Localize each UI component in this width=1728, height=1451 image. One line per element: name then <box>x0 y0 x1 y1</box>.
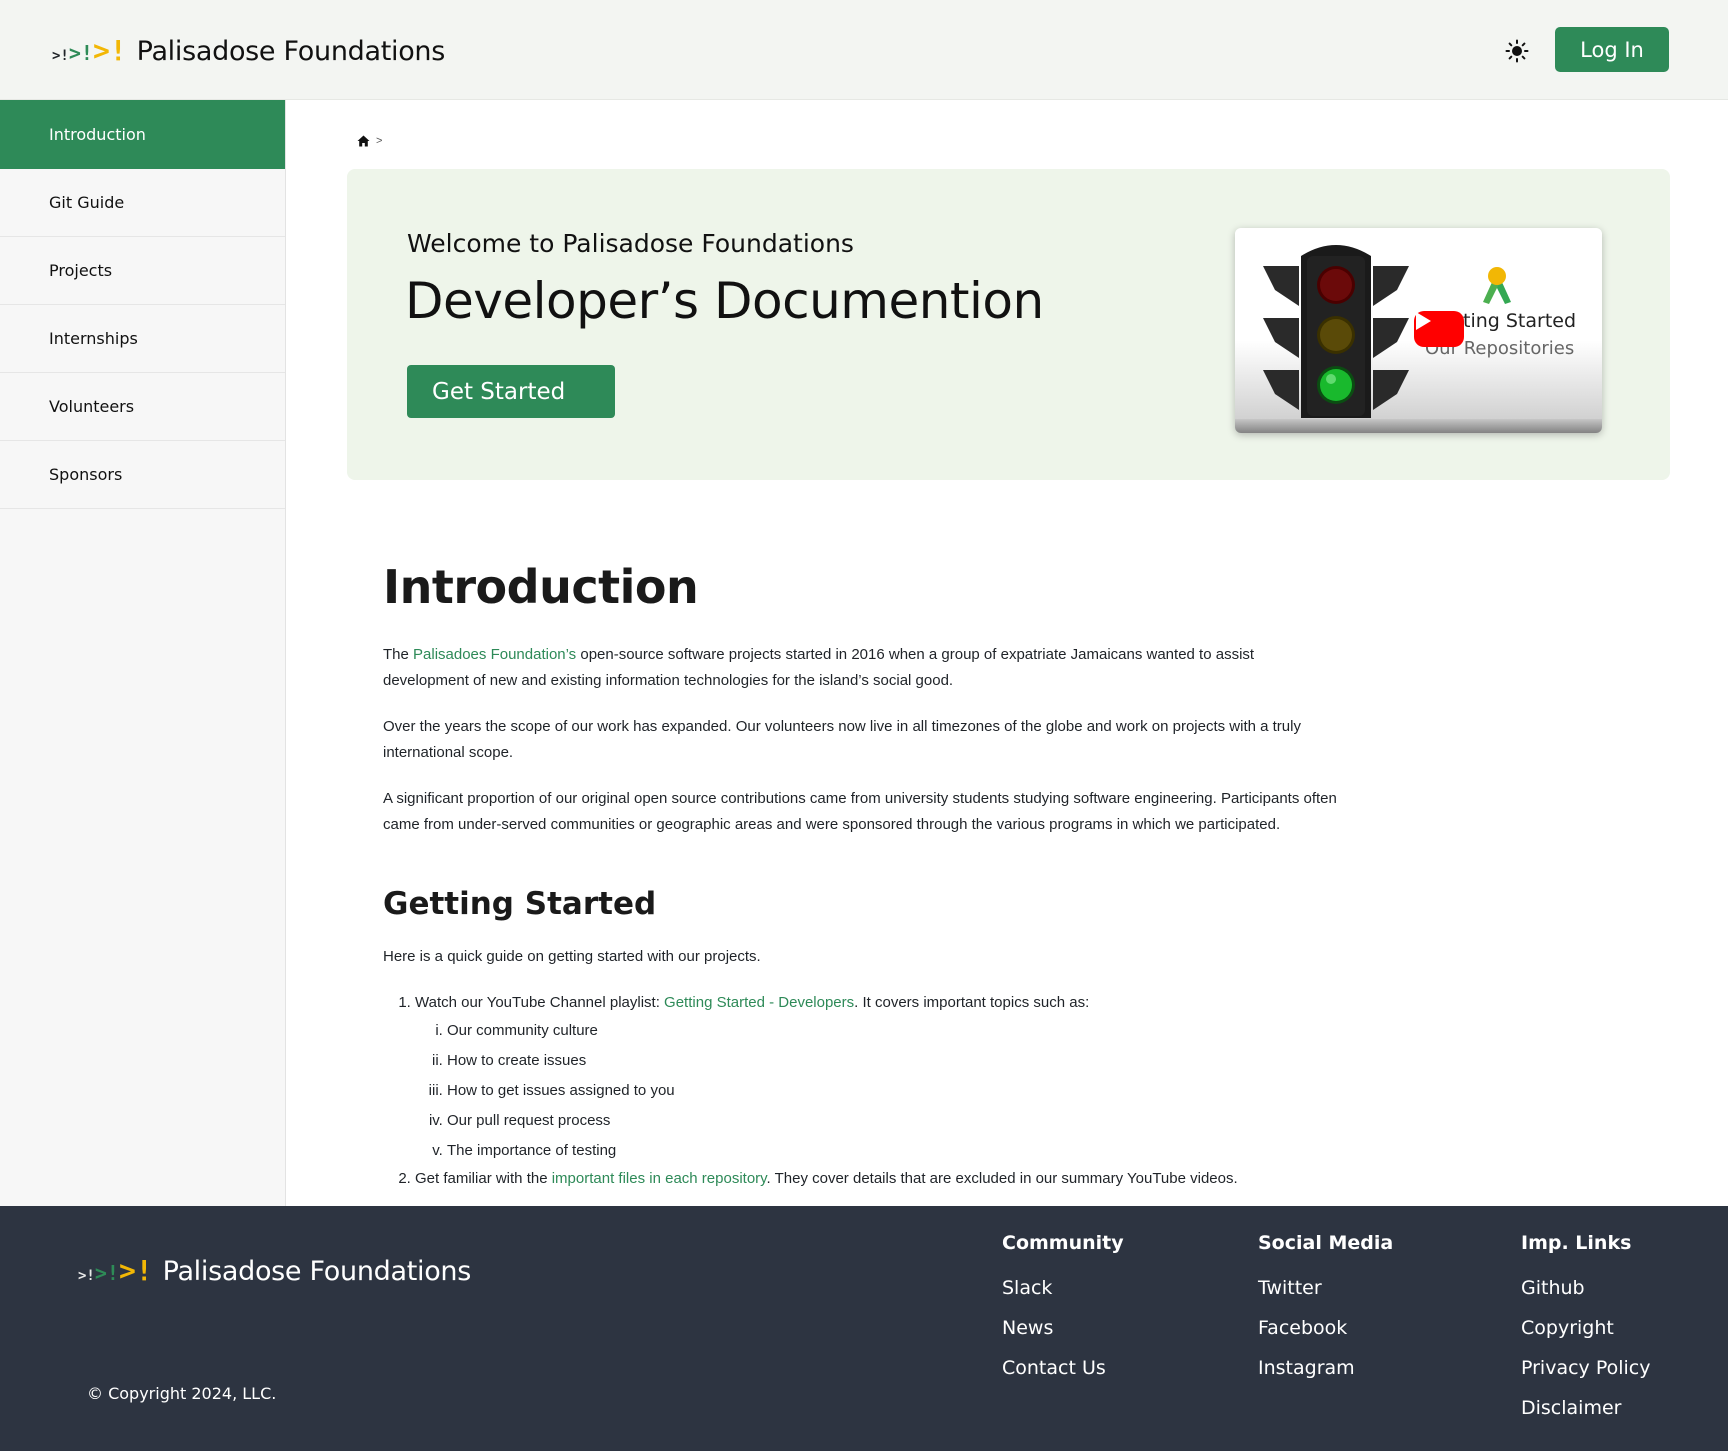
getting-started-steps: Watch our YouTube Channel playlist: Gett… <box>383 990 1343 1192</box>
login-button[interactable]: Log In <box>1555 27 1669 72</box>
copyright-text: © Copyright 2024, LLC. <box>87 1384 277 1403</box>
footer-link-slack[interactable]: Slack <box>1002 1268 1124 1308</box>
logo-mark-small: >! <box>52 48 69 64</box>
intro-paragraph-1: The Palisadoes Foundation’s open-source … <box>383 642 1343 694</box>
footer-heading: Social Media <box>1258 1232 1394 1254</box>
logo-mark-large: >! <box>92 34 127 67</box>
introduction-heading: Introduction <box>383 560 699 614</box>
footer-heading: Community <box>1002 1232 1124 1254</box>
playlist-link[interactable]: Getting Started - Developers <box>664 994 854 1011</box>
footer-brand-name: Palisadose Foundations <box>162 1256 472 1287</box>
footer-link-twitter[interactable]: Twitter <box>1258 1268 1393 1308</box>
brand-logo[interactable]: >! >! >! Palisadose Foundations <box>52 34 445 67</box>
footer-link-privacy-policy[interactable]: Privacy Policy <box>1521 1348 1650 1388</box>
step-2-text-end: . They cover details that are excluded i… <box>766 1170 1238 1187</box>
logo-mark-icon: >! >! >! <box>78 1254 153 1287</box>
footer-link-copyright[interactable]: Copyright <box>1521 1308 1650 1348</box>
brand-name: Palisadose Foundations <box>136 36 446 67</box>
main-content: Introduction The Palisadoes Foundation’s… <box>383 560 1343 1192</box>
play-icon[interactable] <box>1414 311 1464 347</box>
logo-mark-medium: >! <box>94 1261 119 1285</box>
site-footer: >! >! >! Palisadose Foundations Communit… <box>0 1206 1728 1451</box>
sidebar-item-introduction[interactable]: Introduction <box>0 100 285 169</box>
breadcrumb: > <box>357 135 382 147</box>
getting-started-heading: Getting Started <box>383 886 657 922</box>
breadcrumb-separator: > <box>376 135 383 147</box>
theme-toggle[interactable] <box>1500 34 1534 68</box>
important-files-link[interactable]: important files in each repository <box>552 1170 767 1187</box>
hero-banner: Welcome to Palisadose Foundations Develo… <box>347 169 1670 480</box>
list-item: Watch our YouTube Channel playlist: Gett… <box>415 990 1343 1166</box>
top-header: >! >! >! Palisadose Foundations Log In <box>0 0 1728 100</box>
badge-icon <box>1483 267 1511 304</box>
logo-mark-icon: >! >! >! <box>52 34 127 67</box>
video-title: ting Started <box>1463 310 1577 332</box>
list-item: The importance of testing <box>447 1136 1343 1166</box>
footer-column-social-media: Social Media Twitter Facebook Instagram <box>1258 1232 1393 1388</box>
getting-started-intro: Here is a quick guide on getting started… <box>383 948 761 965</box>
footer-column-imp-links: Imp. Links Github Copyright Privacy Poli… <box>1521 1232 1650 1428</box>
palisadoes-foundation-link[interactable]: Palisadoes Foundation’s <box>413 646 576 663</box>
footer-link-instagram[interactable]: Instagram <box>1258 1348 1393 1388</box>
footer-link-disclaimer[interactable]: Disclaimer <box>1521 1388 1650 1428</box>
sidebar-item-sponsors[interactable]: Sponsors <box>0 441 285 509</box>
list-item: Get familiar with the important files in… <box>415 1166 1343 1192</box>
hero-subtitle: Welcome to Palisadose Foundations <box>407 229 854 258</box>
step-2-text: Get familiar with the <box>415 1170 552 1187</box>
topics-list: Our community culture How to create issu… <box>415 1016 1343 1166</box>
step-1-text: Watch our YouTube Channel playlist: <box>415 994 665 1011</box>
sun-icon <box>1505 39 1529 63</box>
footer-link-contact-us[interactable]: Contact Us <box>1002 1348 1124 1388</box>
list-item: How to get issues assigned to you <box>447 1076 1343 1106</box>
sidebar-item-projects[interactable]: Projects <box>0 237 285 305</box>
home-icon[interactable] <box>357 135 370 147</box>
intro-text-start: The <box>383 646 414 663</box>
step-1-text-end: . It covers important topics such as: <box>854 994 1090 1011</box>
sidebar-item-internships[interactable]: Internships <box>0 305 285 373</box>
list-item: How to create issues <box>447 1046 1343 1076</box>
hero-title: Developer’s Documention <box>405 272 1044 330</box>
video-controls-bar[interactable] <box>1235 419 1602 433</box>
youtube-video-embed[interactable]: ting Started Our Repositories <box>1235 228 1602 433</box>
footer-link-news[interactable]: News <box>1002 1308 1124 1348</box>
list-item: Our pull request process <box>447 1106 1343 1136</box>
get-started-button[interactable]: Get Started <box>407 365 615 418</box>
footer-link-github[interactable]: Github <box>1521 1268 1650 1308</box>
logo-mark-medium: >! <box>68 41 93 65</box>
list-item: Our community culture <box>447 1016 1343 1046</box>
intro-paragraph-3: A significant proportion of our original… <box>383 790 1337 833</box>
sidebar-nav: Introduction Git Guide Projects Internsh… <box>0 100 286 1206</box>
footer-link-facebook[interactable]: Facebook <box>1258 1308 1393 1348</box>
logo-mark-small: >! <box>78 1268 95 1284</box>
footer-column-community: Community Slack News Contact Us <box>1002 1232 1124 1388</box>
footer-heading: Imp. Links <box>1521 1232 1632 1254</box>
footer-brand-logo[interactable]: >! >! >! Palisadose Foundations <box>78 1254 471 1287</box>
sidebar-item-git-guide[interactable]: Git Guide <box>0 169 285 237</box>
logo-mark-large: >! <box>118 1254 153 1287</box>
sidebar-item-volunteers[interactable]: Volunteers <box>0 373 285 441</box>
intro-paragraph-2: Over the years the scope of our work has… <box>383 718 1301 761</box>
